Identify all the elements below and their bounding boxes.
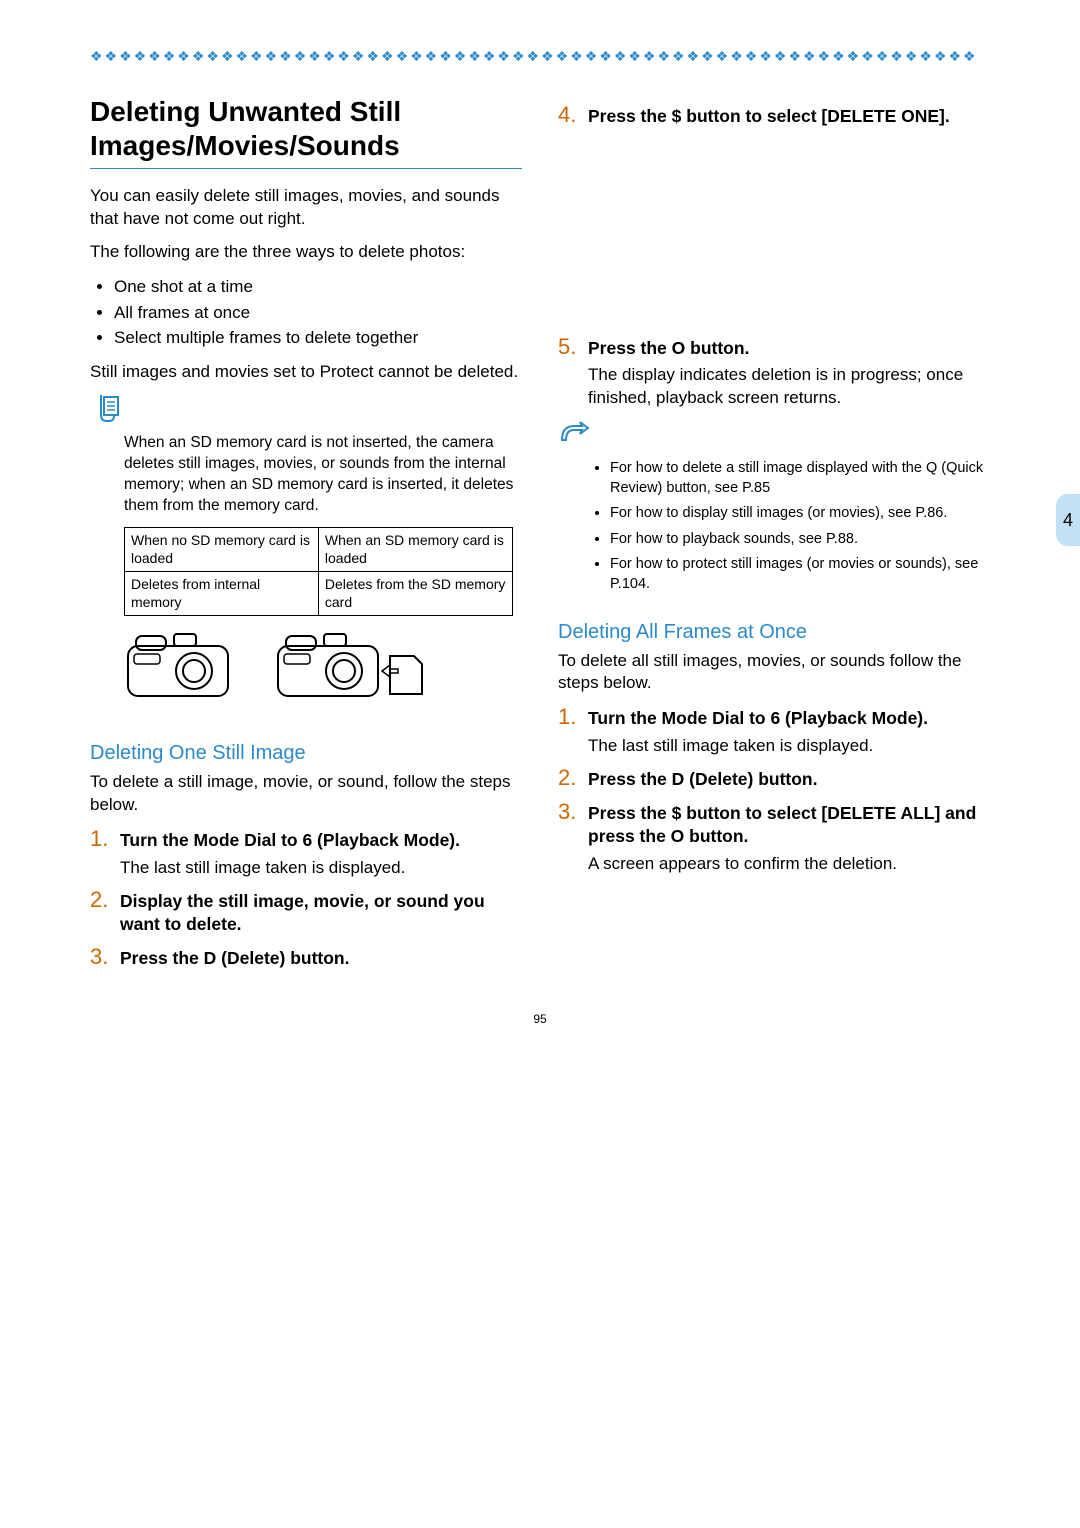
left-column: Deleting Unwanted Still Images/Movies/So… — [90, 95, 522, 972]
title-rule — [90, 168, 522, 169]
memory-table: When no SD memory card is loaded When an… — [124, 527, 513, 616]
step-title: Display the still image, movie, or sound… — [120, 888, 522, 937]
table-cell: Deletes from internal memory — [125, 572, 319, 616]
delete-methods-list: One shot at a time All frames at once Se… — [90, 274, 522, 351]
list-item: All frames at once — [114, 300, 522, 326]
step-number: 4. — [558, 103, 580, 127]
decorative-divider: ❖❖❖❖❖❖❖❖❖❖❖❖❖❖❖❖❖❖❖❖❖❖❖❖❖❖❖❖❖❖❖❖❖❖❖❖❖❖❖❖… — [90, 48, 990, 65]
subhead-delete-all: Deleting All Frames at Once — [558, 621, 990, 644]
table-cell: Deletes from the SD memory card — [318, 572, 512, 616]
list-item: For how to display still images (or movi… — [610, 504, 990, 524]
step-number: 3. — [90, 945, 112, 969]
table-cell: When an SD memory card is loaded — [318, 528, 512, 572]
list-item: For how to playback sounds, see P.88. — [610, 530, 990, 550]
list-item: Select multiple frames to delete togethe… — [114, 325, 522, 351]
step-title: Press the D (Delete) button. — [588, 766, 817, 792]
step-number: 2. — [90, 888, 112, 912]
reference-list: For how to delete a still image displaye… — [592, 459, 990, 594]
step-title: Press the O button. — [588, 335, 749, 361]
memo-text: When an SD memory card is not inserted, … — [124, 433, 522, 517]
right-column: 4. Press the $ button to select [DELETE … — [558, 95, 990, 972]
list-item: For how to protect still images (or movi… — [610, 555, 990, 594]
step-body: A screen appears to confirm the deletion… — [588, 853, 990, 876]
delete-all-intro: To delete all still images, movies, or s… — [558, 650, 990, 696]
step-number: 1. — [558, 705, 580, 729]
page-title: Deleting Unwanted Still Images/Movies/So… — [90, 95, 522, 162]
page-number: 95 — [90, 1012, 990, 1026]
delete-one-intro: To delete a still image, movie, or sound… — [90, 771, 522, 817]
step-number: 1. — [90, 827, 112, 851]
list-item: For how to delete a still image displaye… — [610, 459, 990, 498]
step-title: Turn the Mode Dial to 6 (Playback Mode). — [588, 705, 928, 731]
step-number: 5. — [558, 335, 580, 359]
list-item: One shot at a time — [114, 274, 522, 300]
step-title: Press the $ button to select [DELETE ONE… — [588, 103, 950, 129]
step-body: The display indicates deletion is in pro… — [588, 364, 990, 410]
step-title: Press the D (Delete) button. — [120, 945, 349, 971]
screenshot-placeholder — [558, 135, 990, 325]
table-cell: When no SD memory card is loaded — [125, 528, 319, 572]
step-title: Turn the Mode Dial to 6 (Playback Mode). — [120, 827, 460, 853]
step-number: 2. — [558, 766, 580, 790]
step-number: 3. — [558, 800, 580, 824]
reference-icon — [558, 435, 590, 452]
camera-internal-icon — [124, 626, 234, 702]
step-title: Press the $ button to select [DELETE ALL… — [588, 800, 990, 849]
camera-sd-icon — [274, 626, 424, 702]
intro-paragraph-2: The following are the three ways to dele… — [90, 241, 522, 264]
memo-icon — [90, 393, 120, 429]
step-body: The last still image taken is displayed. — [588, 735, 990, 758]
chapter-tab: 4 — [1056, 494, 1080, 546]
subhead-delete-one: Deleting One Still Image — [90, 742, 522, 765]
step-body: The last still image taken is displayed. — [120, 857, 522, 880]
protect-note: Still images and movies set to Protect c… — [90, 361, 522, 384]
intro-paragraph-1: You can easily delete still images, movi… — [90, 185, 522, 231]
